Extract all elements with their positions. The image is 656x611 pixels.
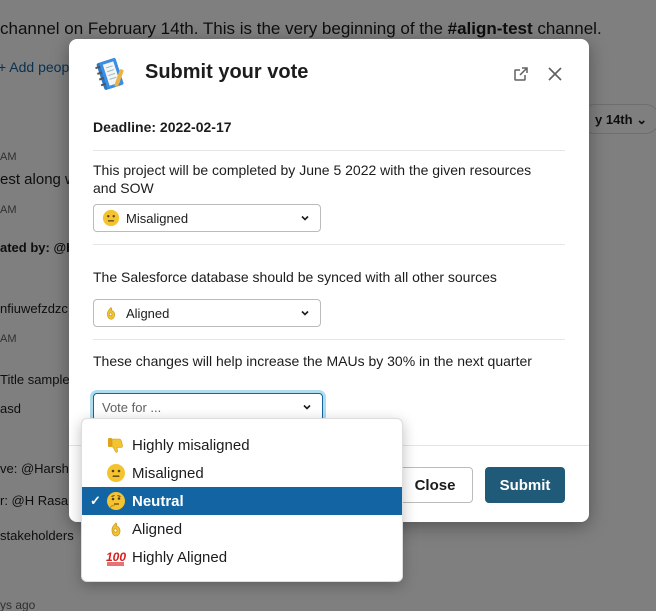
vote-select-1[interactable]: Misaligned — [93, 204, 321, 232]
menu-option-neutral[interactable]: ✓ Neutral — [82, 487, 402, 515]
neutral-face-icon — [102, 209, 120, 227]
divider — [93, 244, 565, 245]
deadline-text: Deadline: 2022-02-17 — [93, 119, 232, 135]
question-text: This project will be completed by June 5… — [93, 162, 532, 196]
chevron-down-icon — [301, 215, 309, 221]
menu-option-label: Misaligned — [132, 464, 204, 482]
svg-text:100: 100 — [106, 550, 126, 564]
close-modal-button[interactable] — [544, 63, 566, 85]
hundred-points-icon: 100 — [106, 550, 126, 566]
vote-options-menu: Highly misaligned Misaligned ✓ Neutral A… — [81, 418, 403, 582]
vote-select-placeholder: Vote for ... — [102, 399, 162, 415]
menu-option-highly-misaligned[interactable]: Highly misaligned — [82, 431, 402, 459]
chevron-down-icon — [303, 404, 311, 410]
open-external-button[interactable] — [510, 63, 532, 85]
notebook-icon — [95, 58, 124, 90]
close-icon — [548, 67, 562, 81]
divider — [93, 339, 565, 340]
divider — [93, 150, 565, 151]
external-link-icon — [514, 67, 528, 81]
ok-hand-icon — [111, 522, 121, 537]
vote-select-3[interactable]: Vote for ... — [93, 393, 323, 421]
menu-option-label: Aligned — [132, 520, 183, 538]
question-text: The Salesforce database should be synced… — [93, 269, 497, 285]
vote-select-value: Aligned — [126, 305, 170, 321]
vote-select-value: Misaligned — [126, 210, 189, 226]
menu-option-label: Highly Aligned — [132, 548, 228, 566]
menu-option-label: Neutral — [132, 492, 184, 510]
ok-hand-icon — [107, 307, 115, 320]
modal-header: Submit your vote — [69, 39, 589, 109]
menu-option-label: Highly misaligned — [132, 436, 250, 454]
checkmark-icon: ✓ — [90, 493, 101, 508]
modal-title: Submit your vote — [145, 61, 309, 83]
menu-option-misaligned[interactable]: Misaligned — [82, 459, 402, 487]
menu-option-aligned[interactable]: Aligned — [82, 515, 402, 543]
thumbs-down-icon — [108, 438, 123, 453]
submit-button[interactable]: Submit — [485, 467, 565, 503]
close-button[interactable]: Close — [397, 467, 473, 503]
menu-option-highly-aligned[interactable]: 100 Highly Aligned — [82, 543, 402, 571]
chevron-down-icon — [301, 310, 309, 316]
vote-select-2[interactable]: Aligned — [93, 299, 321, 327]
neutral-face-icon — [107, 464, 125, 482]
question-text: These changes will help increase the MAU… — [93, 353, 532, 369]
thinking-face-icon — [107, 492, 125, 510]
